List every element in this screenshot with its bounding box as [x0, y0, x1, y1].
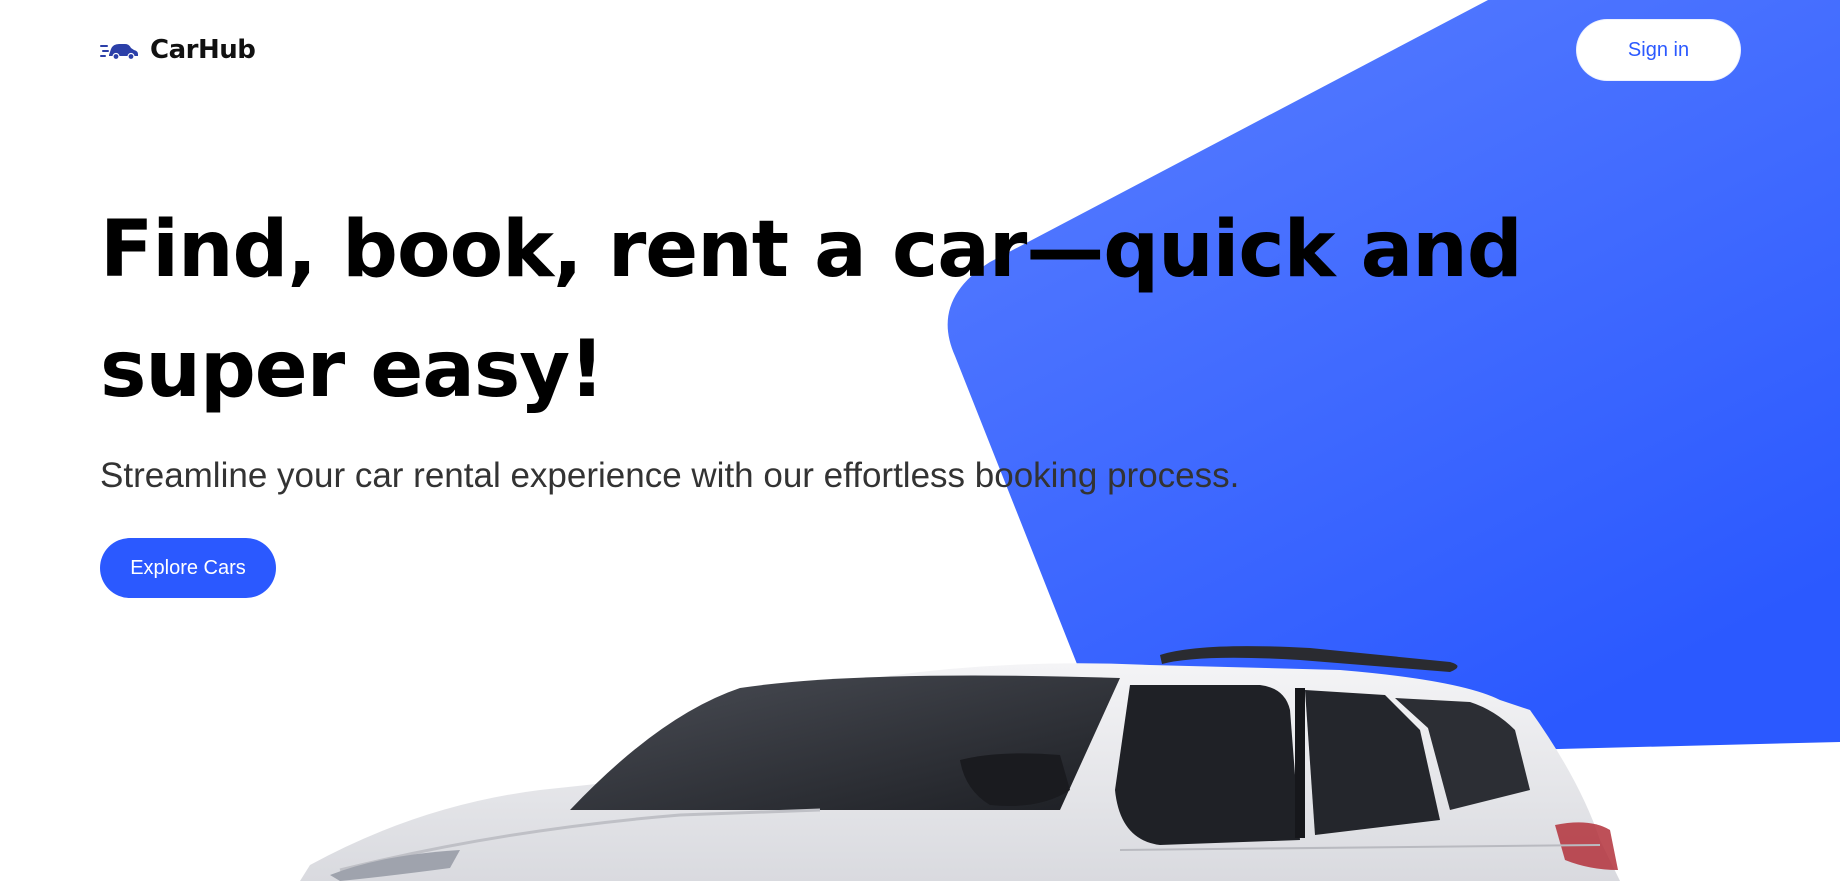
hero-section: Find, book, rent a car—quick and super e… — [100, 190, 1660, 598]
explore-cars-button[interactable]: Explore Cars — [100, 538, 276, 598]
brand-name: CarHub — [150, 35, 256, 65]
landing-page: CarHub Sign in Find, book, rent a car—qu… — [0, 0, 1840, 881]
car-speed-icon — [100, 44, 138, 61]
navbar: CarHub Sign in — [100, 20, 1740, 80]
brand-logo-link[interactable]: CarHub — [100, 35, 256, 65]
hero-subtitle: Streamline your car rental experience wi… — [100, 456, 1240, 495]
sign-in-button[interactable]: Sign in — [1577, 20, 1740, 80]
white-suv-image — [300, 646, 1620, 881]
hero-title: Find, book, rent a car—quick and super e… — [100, 205, 1523, 415]
